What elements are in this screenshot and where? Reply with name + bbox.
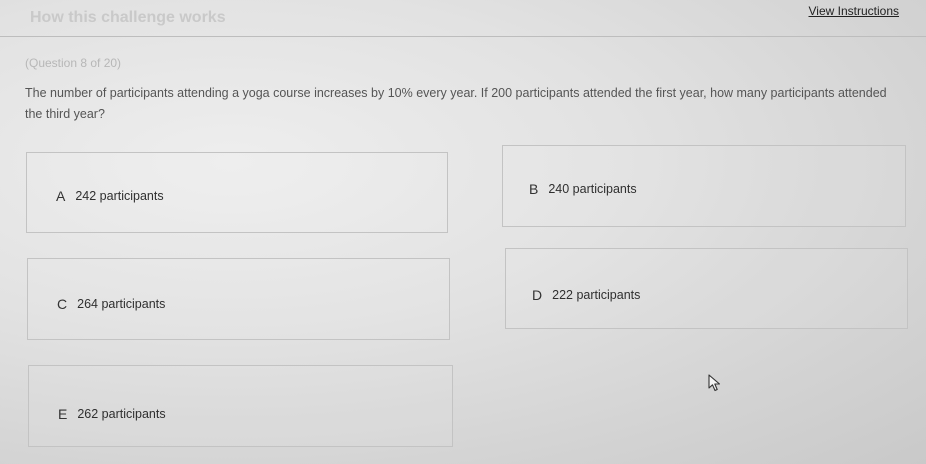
option-e-content: E 262 participants [58, 406, 166, 422]
option-letter: B [529, 181, 539, 197]
view-instructions-link[interactable]: View Instructions [809, 4, 900, 18]
question-text: The number of participants attending a y… [25, 86, 887, 121]
question-counter: (Question 8 of 20) [25, 56, 122, 70]
option-label: 262 participants [77, 407, 166, 421]
option-label: 240 participants [548, 182, 637, 196]
option-letter: C [57, 296, 68, 312]
page-header: How this challenge works View Instructio… [0, 0, 926, 37]
option-letter: A [56, 188, 66, 204]
option-c[interactable]: C 264 participants [27, 258, 450, 340]
option-b-content: B 240 participants [529, 181, 637, 197]
option-a-content: A 242 participants [56, 188, 164, 204]
option-letter: D [532, 287, 543, 303]
option-label: 242 participants [75, 189, 164, 203]
mouse-pointer-icon [708, 374, 721, 392]
option-e[interactable]: E 262 participants [28, 365, 453, 447]
option-label: 222 participants [552, 288, 641, 302]
header-title: How this challenge works [30, 9, 226, 26]
option-label: 264 participants [77, 297, 166, 311]
option-c-content: C 264 participants [57, 296, 165, 312]
option-a[interactable]: A 242 participants [26, 152, 448, 233]
option-letter: E [58, 406, 68, 422]
option-d[interactable]: D 222 participants [505, 248, 908, 329]
option-b[interactable]: B 240 participants [502, 145, 906, 227]
option-d-content: D 222 participants [532, 287, 640, 303]
